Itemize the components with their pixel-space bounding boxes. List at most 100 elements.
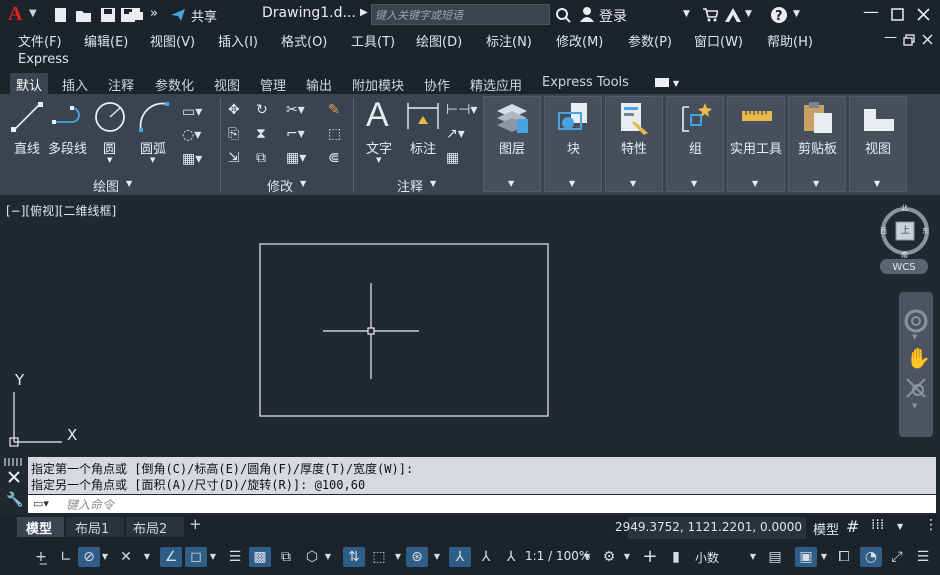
dynamic-ucs-icon[interactable]: ⇅ (343, 547, 365, 567)
block-dropdown-icon[interactable]: ▼ (569, 179, 575, 188)
save-icon[interactable] (100, 7, 116, 23)
scale-dropdown-icon[interactable]: ▼ (582, 547, 592, 567)
view-dropdown-icon[interactable]: ▼ (874, 179, 880, 188)
user-icon[interactable] (579, 6, 595, 22)
annotation-monitor-icon[interactable]: + (640, 547, 660, 567)
search-box[interactable]: 键入关键字或短语 (371, 4, 550, 25)
view-panel[interactable]: 视图 ▼ (849, 96, 907, 192)
polar-tracking-icon[interactable]: ⊘ (78, 547, 100, 567)
snap-mode-icon[interactable]: ⁞⁞⁞ (871, 517, 884, 533)
arc-tool-icon[interactable] (137, 100, 171, 134)
3d-osnap-icon[interactable]: ⬡ (302, 547, 322, 567)
erase-tool-icon[interactable]: ✎ (328, 102, 340, 118)
menu-format[interactable]: 格式(O) (281, 31, 327, 50)
hardware-acceleration-icon[interactable]: ◔ (860, 547, 882, 567)
command-close-icon[interactable] (8, 471, 20, 483)
arc-tool-label[interactable]: 圆弧 (140, 138, 166, 157)
menu-tools[interactable]: 工具(T) (351, 31, 395, 50)
scale-tool-icon[interactable]: ⧉ (256, 150, 266, 166)
doc-minimize-button[interactable]: — (884, 30, 897, 45)
rectangle-tool-icon[interactable]: ▭▾ (182, 104, 202, 120)
auto-scale-icon[interactable]: ⅄ (476, 547, 496, 567)
line-tool-icon[interactable] (10, 100, 44, 134)
selection-cycling-icon[interactable]: ⧉ (276, 547, 296, 567)
polyline-tool-label[interactable]: 多段线 (48, 138, 87, 157)
help-icon[interactable]: ? (770, 6, 788, 24)
stretch-tool-icon[interactable]: ⇲ (228, 150, 240, 166)
status-grip-icon[interactable]: ⋮ (924, 517, 938, 533)
open-file-icon[interactable] (75, 7, 93, 23)
dimension-tool-icon[interactable] (405, 100, 441, 132)
layers-dropdown-icon[interactable]: ▼ (508, 179, 514, 188)
osnap-dropdown-icon[interactable]: ▼ (208, 547, 218, 567)
polar-dropdown-icon[interactable]: ▼ (100, 547, 110, 567)
print-icon[interactable] (128, 7, 144, 23)
cart-icon[interactable] (702, 7, 718, 23)
properties-dropdown-icon[interactable]: ▼ (630, 179, 636, 188)
drawing-canvas[interactable]: [−][俯视][二维线框] Y X 北 南 西 东 上 WCS ▼ ✋ ▼ (0, 195, 940, 455)
text-tool-icon[interactable]: A (366, 96, 389, 135)
tab-featured-apps[interactable]: 精选应用 (470, 75, 522, 94)
model-space-button[interactable]: 模型 (813, 519, 839, 538)
menu-draw[interactable]: 绘图(D) (416, 31, 462, 50)
dimension-tool-label[interactable]: 标注 (410, 138, 436, 157)
command-input[interactable]: 键入命令 (66, 496, 114, 513)
isodraft-dropdown-icon[interactable]: ▼ (142, 547, 152, 567)
wheel-dropdown-icon[interactable]: ▼ (912, 333, 917, 341)
menu-edit[interactable]: 编辑(E) (84, 31, 128, 50)
utilities-dropdown-icon[interactable]: ▼ (752, 179, 758, 188)
menu-window[interactable]: 窗口(W) (694, 31, 743, 50)
workspace-gear-icon[interactable]: ⚙ (599, 547, 619, 567)
ortho-mode-icon[interactable]: ∟ (56, 547, 76, 567)
offset-tool-icon[interactable]: ⋐ (328, 150, 340, 166)
lock-dropdown-icon[interactable]: ▼ (819, 547, 829, 567)
utilities-panel[interactable]: 实用工具 ▼ (727, 96, 785, 192)
layers-panel[interactable]: 图层 ▼ (483, 96, 541, 192)
tab-insert[interactable]: 插入 (62, 75, 88, 94)
units-icon[interactable]: ▮ (668, 547, 684, 567)
units-value[interactable]: 小数 (695, 549, 719, 566)
tab-manage[interactable]: 管理 (260, 75, 286, 94)
draw-panel-title[interactable]: 绘图 (93, 176, 119, 195)
tab-default[interactable]: 默认 (10, 73, 49, 94)
command-settings-wrench-icon[interactable]: 🔧 (6, 492, 23, 508)
menu-dimension[interactable]: 标注(N) (486, 31, 532, 50)
block-panel[interactable]: 块 ▼ (544, 96, 602, 192)
tab-view[interactable]: 视图 (214, 75, 240, 94)
menu-file[interactable]: 文件(F) (18, 31, 62, 50)
annotation-panel-title[interactable]: 注释 (397, 176, 423, 195)
command-input-box[interactable]: ▭▾ 键入命令 (28, 495, 936, 513)
linear-dim-icon[interactable]: ⊢⊣▾ (446, 102, 477, 118)
menu-express[interactable]: Express (18, 52, 69, 67)
menu-modify[interactable]: 修改(M) (556, 31, 603, 50)
share-icon[interactable] (170, 7, 186, 23)
wcs-button[interactable]: WCS (880, 259, 928, 274)
compass-west[interactable]: 西 (880, 226, 887, 236)
annotation-scale-icon[interactable]: ⅄ (501, 547, 521, 567)
isolate-objects-icon[interactable]: ⧠ (834, 547, 854, 567)
circle-tool-icon[interactable] (93, 100, 127, 134)
menu-insert[interactable]: 插入(I) (218, 31, 258, 50)
tab-collaborate[interactable]: 协作 (424, 75, 450, 94)
object-snap-tracking-icon[interactable]: ∠ (160, 547, 182, 567)
compass-north[interactable]: 北 (901, 203, 908, 213)
mirror-tool-icon[interactable]: ⧗ (256, 126, 266, 142)
autodesk-app-icon[interactable] (724, 7, 742, 23)
command-prompt-icon[interactable]: ▭▾ (33, 497, 49, 510)
move-tool-icon[interactable]: ✥ (228, 102, 240, 118)
compass-east[interactable]: 东 (922, 226, 929, 236)
maximize-button[interactable] (891, 8, 904, 21)
menu-help[interactable]: 帮助(H) (767, 31, 813, 50)
annotation-visibility-icon[interactable]: ⅄ (449, 547, 471, 567)
modify-panel-title[interactable]: 修改 (267, 176, 293, 195)
annotation-panel-dropdown-icon[interactable]: ▼ (430, 179, 436, 188)
search-input[interactable]: 键入关键字或短语 (375, 7, 463, 23)
title-expand-icon[interactable]: ▶ (360, 7, 368, 18)
lineweight-icon[interactable]: ☰ (225, 547, 245, 567)
login-dropdown-icon[interactable]: ▼ (683, 9, 690, 19)
rotate-tool-icon[interactable]: ↻ (256, 102, 268, 118)
trim-tool-icon[interactable]: ✂▾ (286, 102, 305, 118)
snap-dropdown-icon[interactable]: ▼ (897, 522, 903, 531)
fillet-tool-icon[interactable]: ⌐▾ (286, 126, 305, 142)
text-tool-label[interactable]: 文字 (366, 138, 392, 157)
